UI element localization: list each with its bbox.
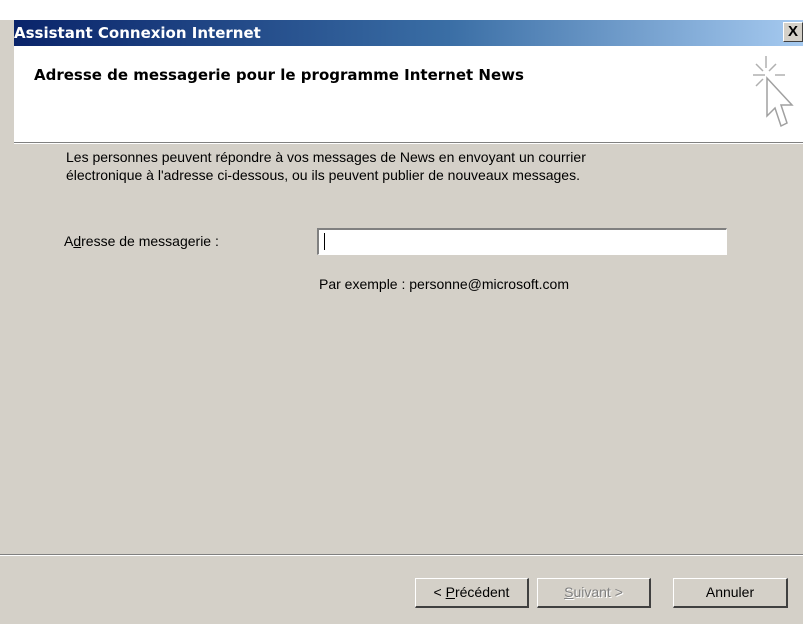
back-suffix: récédent — [454, 584, 510, 600]
wizard-header: Adresse de messagerie pour le programme … — [14, 46, 803, 144]
email-label-prefix: A — [64, 233, 74, 249]
description-line-2: électronique à l'adresse ci-dessous, ou … — [66, 167, 580, 183]
cancel-button[interactable]: Annuler — [673, 578, 788, 608]
email-label-mnemonic: d — [73, 233, 82, 249]
email-label: Adresse de messagerie : — [64, 233, 219, 249]
description: Les personnes peuvent répondre à vos mes… — [66, 148, 746, 184]
example-text: Par exemple : personne@microsoft.com — [319, 276, 569, 292]
description-line-1: Les personnes peuvent répondre à vos mes… — [66, 149, 586, 165]
button-separator — [0, 554, 803, 556]
page-title: Adresse de messagerie pour le programme … — [34, 66, 524, 84]
next-button[interactable]: Suivant > — [537, 578, 651, 608]
close-button[interactable]: X — [783, 22, 803, 42]
email-input[interactable] — [317, 228, 727, 255]
close-icon: X — [787, 23, 798, 40]
wizard-cursor-icon — [753, 56, 794, 128]
next-suffix: uivant > — [573, 584, 623, 600]
back-mnemonic: P — [445, 584, 455, 600]
title-bar[interactable]: Assistant Connexion Internet X — [14, 20, 803, 46]
back-button[interactable]: < Précédent — [415, 578, 529, 608]
text-caret — [324, 233, 325, 250]
wizard-dialog: Assistant Connexion Internet X Adresse d… — [0, 20, 803, 624]
back-prefix: < — [433, 584, 446, 600]
email-label-suffix: resse de messagerie : — [81, 233, 219, 249]
window-title: Assistant Connexion Internet — [14, 24, 261, 42]
